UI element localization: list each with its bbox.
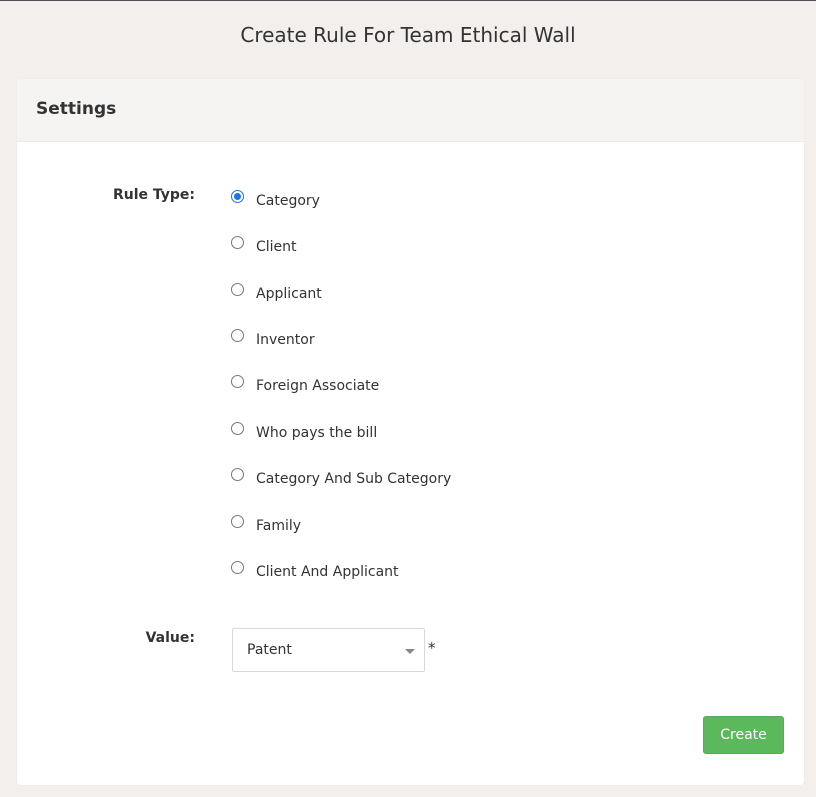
radio-option-applicant[interactable]: Applicant	[231, 282, 322, 304]
value-label: Value:	[95, 628, 195, 648]
radio-label: Inventor	[256, 330, 315, 350]
value-select-text: Patent	[247, 640, 292, 660]
radio-option-foreign-associate[interactable]: Foreign Associate	[231, 374, 379, 396]
radio-button[interactable]	[231, 468, 244, 481]
radio-button-checked[interactable]	[231, 190, 244, 203]
radio-option-client-and-applicant[interactable]: Client And Applicant	[231, 560, 399, 582]
rule-type-label: Rule Type:	[95, 185, 195, 205]
radio-button[interactable]	[231, 375, 244, 388]
radio-button[interactable]	[231, 561, 244, 574]
panel-title: Settings	[36, 97, 116, 121]
radio-option-family[interactable]: Family	[231, 514, 301, 536]
radio-button[interactable]	[231, 422, 244, 435]
radio-option-category-and-sub-category[interactable]: Category And Sub Category	[231, 467, 451, 489]
panel-header	[17, 79, 804, 142]
radio-option-inventor[interactable]: Inventor	[231, 328, 315, 350]
radio-option-who-pays-the-bill[interactable]: Who pays the bill	[231, 421, 377, 443]
settings-panel: Settings Rule Type: Category Client Appl…	[17, 79, 804, 785]
radio-label: Applicant	[256, 284, 322, 304]
radio-button[interactable]	[231, 236, 244, 249]
required-marker: *	[428, 639, 436, 657]
top-border	[0, 0, 816, 1]
value-select[interactable]: Patent	[232, 628, 425, 672]
radio-button[interactable]	[231, 515, 244, 528]
radio-option-client[interactable]: Client	[231, 235, 297, 257]
radio-label: Category And Sub Category	[256, 469, 451, 489]
radio-button[interactable]	[231, 329, 244, 342]
radio-label: Client And Applicant	[256, 562, 399, 582]
radio-label: Client	[256, 237, 297, 257]
chevron-down-icon	[405, 649, 415, 654]
radio-label: Family	[256, 516, 301, 536]
radio-label: Who pays the bill	[256, 423, 377, 443]
create-button[interactable]: Create	[703, 716, 784, 754]
radio-label: Category	[256, 191, 320, 211]
page-title: Create Rule For Team Ethical Wall	[0, 21, 816, 49]
radio-label: Foreign Associate	[256, 376, 379, 396]
radio-button[interactable]	[231, 283, 244, 296]
radio-option-category[interactable]: Category	[231, 189, 320, 211]
